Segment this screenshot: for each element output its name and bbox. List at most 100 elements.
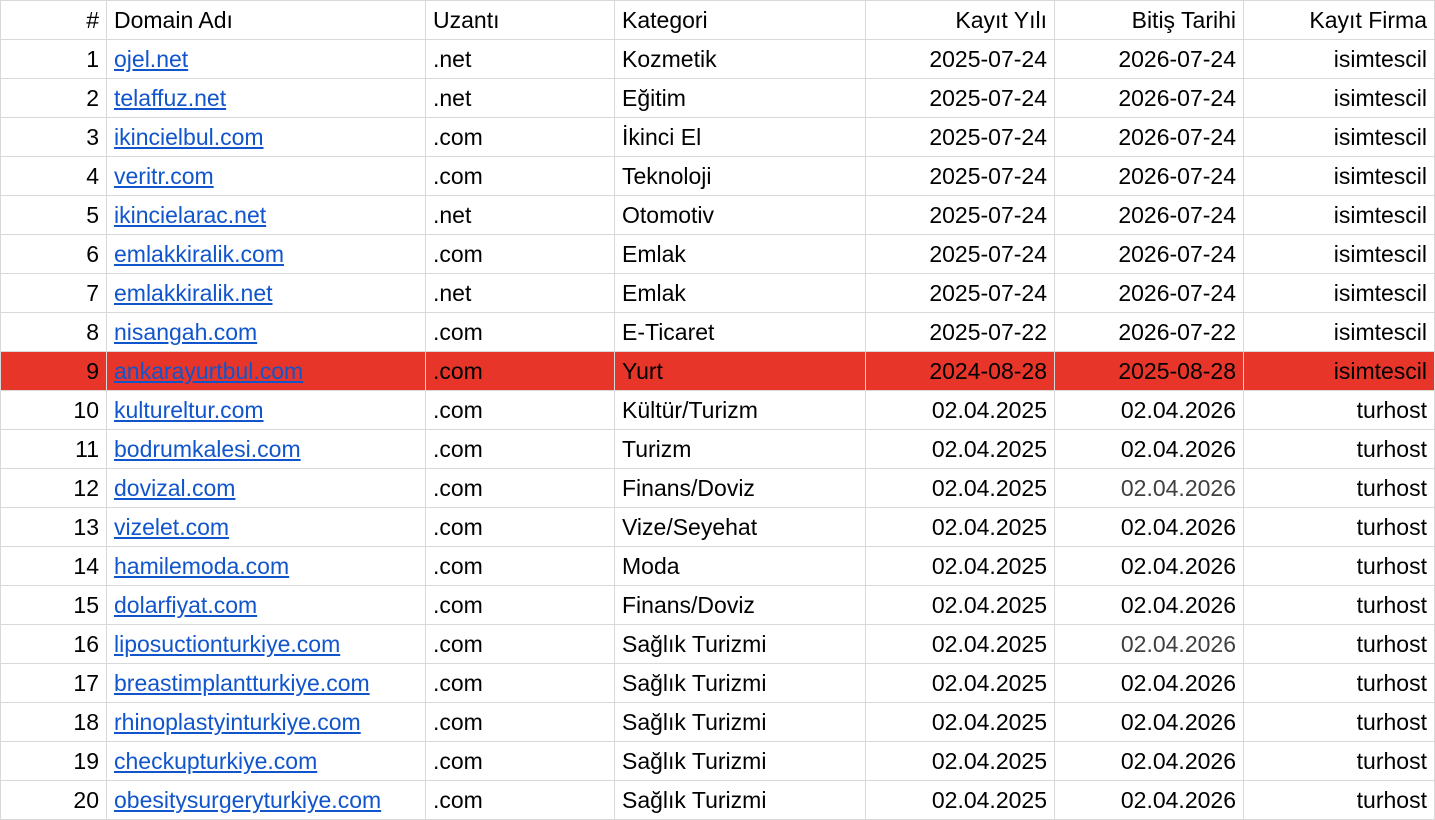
row-number-cell[interactable]: 11: [0, 429, 107, 469]
header-extension[interactable]: Uzantı: [425, 0, 615, 40]
domain-link[interactable]: bodrumkalesi.com: [114, 436, 301, 462]
category-cell[interactable]: Kültür/Turizm: [614, 390, 866, 430]
registration-date-cell[interactable]: 2025-07-24: [865, 39, 1055, 79]
header-registrar[interactable]: Kayıt Firma: [1243, 0, 1435, 40]
registrar-cell[interactable]: isimtescil: [1243, 117, 1435, 157]
domain-cell[interactable]: ankarayurtbul.com: [106, 351, 426, 391]
registrar-cell[interactable]: turhost: [1243, 780, 1435, 820]
registration-date-cell[interactable]: 2025-07-24: [865, 156, 1055, 196]
header-registration-year[interactable]: Kayıt Yılı: [865, 0, 1055, 40]
registration-date-cell[interactable]: 02.04.2025: [865, 585, 1055, 625]
registration-date-cell[interactable]: 02.04.2025: [865, 507, 1055, 547]
category-cell[interactable]: İkinci El: [614, 117, 866, 157]
domain-cell[interactable]: kultureltur.com: [106, 390, 426, 430]
category-cell[interactable]: Finans/Doviz: [614, 468, 866, 508]
registration-date-cell[interactable]: 02.04.2025: [865, 663, 1055, 703]
row-number-cell[interactable]: 19: [0, 741, 107, 781]
row-number-cell[interactable]: 17: [0, 663, 107, 703]
header-domain[interactable]: Domain Adı: [106, 0, 426, 40]
registration-date-cell[interactable]: 2025-07-24: [865, 117, 1055, 157]
row-number-cell[interactable]: 16: [0, 624, 107, 664]
domain-cell[interactable]: veritr.com: [106, 156, 426, 196]
row-number-cell[interactable]: 8: [0, 312, 107, 352]
registrar-cell[interactable]: isimtescil: [1243, 195, 1435, 235]
domain-link[interactable]: dolarfiyat.com: [114, 592, 257, 618]
extension-cell[interactable]: .net: [425, 78, 615, 118]
extension-cell[interactable]: .net: [425, 273, 615, 313]
registrar-cell[interactable]: turhost: [1243, 507, 1435, 547]
domain-link[interactable]: ankarayurtbul.com: [114, 358, 303, 384]
domain-link[interactable]: veritr.com: [114, 163, 214, 189]
row-number-cell[interactable]: 3: [0, 117, 107, 157]
domain-cell[interactable]: dovizal.com: [106, 468, 426, 508]
extension-cell[interactable]: .com: [425, 234, 615, 274]
domain-link[interactable]: ikincielbul.com: [114, 124, 264, 150]
registration-date-cell[interactable]: 02.04.2025: [865, 780, 1055, 820]
extension-cell[interactable]: .com: [425, 663, 615, 703]
domain-link[interactable]: telaffuz.net: [114, 85, 226, 111]
domain-link[interactable]: breastimplantturkiye.com: [114, 670, 370, 696]
end-date-cell[interactable]: 02.04.2026: [1054, 624, 1244, 664]
end-date-cell[interactable]: 2026-07-24: [1054, 234, 1244, 274]
registrar-cell[interactable]: isimtescil: [1243, 78, 1435, 118]
registrar-cell[interactable]: turhost: [1243, 624, 1435, 664]
registrar-cell[interactable]: turhost: [1243, 741, 1435, 781]
end-date-cell[interactable]: 2025-08-28: [1054, 351, 1244, 391]
end-date-cell[interactable]: 2026-07-24: [1054, 273, 1244, 313]
category-cell[interactable]: Otomotiv: [614, 195, 866, 235]
row-number-cell[interactable]: 14: [0, 546, 107, 586]
row-number-cell[interactable]: 13: [0, 507, 107, 547]
row-number-cell[interactable]: 10: [0, 390, 107, 430]
category-cell[interactable]: Yurt: [614, 351, 866, 391]
registration-date-cell[interactable]: 2025-07-24: [865, 195, 1055, 235]
domain-link[interactable]: vizelet.com: [114, 514, 229, 540]
extension-cell[interactable]: .com: [425, 507, 615, 547]
row-number-cell[interactable]: 5: [0, 195, 107, 235]
registrar-cell[interactable]: turhost: [1243, 468, 1435, 508]
end-date-cell[interactable]: 2026-07-24: [1054, 195, 1244, 235]
domain-link[interactable]: checkupturkiye.com: [114, 748, 317, 774]
category-cell[interactable]: Emlak: [614, 234, 866, 274]
registration-date-cell[interactable]: 02.04.2025: [865, 429, 1055, 469]
registration-date-cell[interactable]: 02.04.2025: [865, 741, 1055, 781]
category-cell[interactable]: Eğitim: [614, 78, 866, 118]
registrar-cell[interactable]: turhost: [1243, 702, 1435, 742]
end-date-cell[interactable]: 02.04.2026: [1054, 468, 1244, 508]
header-category[interactable]: Kategori: [614, 0, 866, 40]
extension-cell[interactable]: .com: [425, 585, 615, 625]
end-date-cell[interactable]: 02.04.2026: [1054, 780, 1244, 820]
domain-cell[interactable]: ojel.net: [106, 39, 426, 79]
domain-cell[interactable]: dolarfiyat.com: [106, 585, 426, 625]
extension-cell[interactable]: .com: [425, 390, 615, 430]
domain-cell[interactable]: vizelet.com: [106, 507, 426, 547]
registrar-cell[interactable]: isimtescil: [1243, 351, 1435, 391]
extension-cell[interactable]: .com: [425, 429, 615, 469]
category-cell[interactable]: Sağlık Turizmi: [614, 741, 866, 781]
row-number-cell[interactable]: 2: [0, 78, 107, 118]
registration-date-cell[interactable]: 02.04.2025: [865, 624, 1055, 664]
category-cell[interactable]: Emlak: [614, 273, 866, 313]
registrar-cell[interactable]: isimtescil: [1243, 39, 1435, 79]
row-number-cell[interactable]: 1: [0, 39, 107, 79]
registration-date-cell[interactable]: 2024-08-28: [865, 351, 1055, 391]
registration-date-cell[interactable]: 2025-07-24: [865, 234, 1055, 274]
domain-cell[interactable]: emlakkiralik.com: [106, 234, 426, 274]
end-date-cell[interactable]: 02.04.2026: [1054, 663, 1244, 703]
domain-cell[interactable]: breastimplantturkiye.com: [106, 663, 426, 703]
registration-date-cell[interactable]: 02.04.2025: [865, 546, 1055, 586]
domain-cell[interactable]: nisangah.com: [106, 312, 426, 352]
end-date-cell[interactable]: 02.04.2026: [1054, 507, 1244, 547]
domain-cell[interactable]: hamilemoda.com: [106, 546, 426, 586]
domain-cell[interactable]: checkupturkiye.com: [106, 741, 426, 781]
category-cell[interactable]: Kozmetik: [614, 39, 866, 79]
registration-date-cell[interactable]: 02.04.2025: [865, 468, 1055, 508]
row-number-cell[interactable]: 6: [0, 234, 107, 274]
domain-cell[interactable]: obesitysurgeryturkiye.com: [106, 780, 426, 820]
category-cell[interactable]: Vize/Seyehat: [614, 507, 866, 547]
extension-cell[interactable]: .com: [425, 546, 615, 586]
row-number-cell[interactable]: 20: [0, 780, 107, 820]
domain-link[interactable]: emlakkiralik.net: [114, 280, 273, 306]
category-cell[interactable]: Sağlık Turizmi: [614, 663, 866, 703]
extension-cell[interactable]: .com: [425, 468, 615, 508]
extension-cell[interactable]: .com: [425, 741, 615, 781]
